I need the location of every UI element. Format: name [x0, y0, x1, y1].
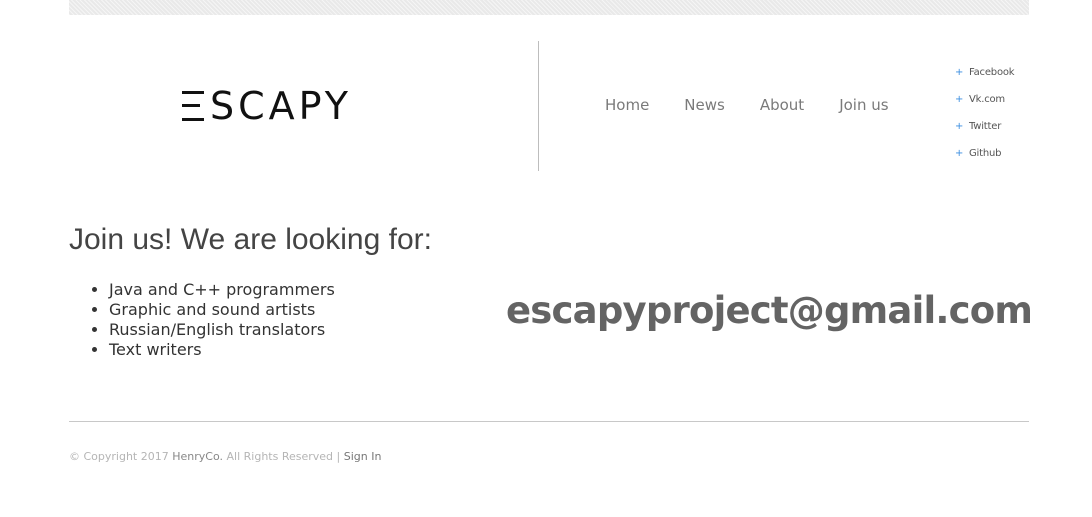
- logo-text: SCAPY: [210, 84, 352, 128]
- contact-email-link[interactable]: escapyproject@gmail.com: [506, 287, 1033, 335]
- footer: © Copyright 2017 HenryCo. All Rights Res…: [69, 450, 381, 464]
- sign-in-link[interactable]: Sign In: [344, 450, 382, 463]
- site-logo[interactable]: SCAPY: [182, 86, 352, 126]
- page-heading: Join us! We are looking for:: [69, 223, 432, 256]
- list-item: Graphic and sound artists: [109, 300, 335, 320]
- social-item-github: + Github: [955, 140, 1014, 167]
- nav-about[interactable]: About: [760, 95, 804, 115]
- social-links: + Facebook + Vk.com + Twitter + Github: [955, 59, 1015, 167]
- nav-news[interactable]: News: [684, 95, 725, 115]
- footer-divider: [69, 421, 1029, 422]
- social-link-facebook[interactable]: Facebook: [969, 67, 1015, 78]
- logo-e-mark: [182, 89, 206, 123]
- list-item: Text writers: [109, 340, 335, 360]
- social-item-facebook: + Facebook: [955, 59, 1015, 86]
- plus-icon: +: [955, 121, 964, 132]
- plus-icon: +: [955, 94, 964, 105]
- roles-list: Java and C++ programmers Graphic and sou…: [109, 280, 335, 360]
- copyright-text: © Copyright 2017: [69, 450, 169, 463]
- header-divider: [538, 41, 539, 171]
- list-item: Java and C++ programmers: [109, 280, 335, 300]
- social-item-vk: + Vk.com: [955, 86, 1014, 113]
- nav-join-us[interactable]: Join us: [839, 95, 888, 115]
- social-link-twitter[interactable]: Twitter: [969, 121, 1001, 132]
- main-nav: Home News About Join us: [605, 95, 889, 115]
- plus-icon: +: [955, 67, 964, 78]
- plus-icon: +: [955, 148, 964, 159]
- nav-home[interactable]: Home: [605, 95, 649, 115]
- list-item: Russian/English translators: [109, 320, 335, 340]
- social-item-twitter: + Twitter: [955, 113, 1014, 140]
- rights-text: All Rights Reserved |: [226, 450, 341, 463]
- brand-name: HenryCo.: [172, 450, 224, 463]
- top-pattern-bar: [69, 0, 1029, 15]
- social-link-github[interactable]: Github: [969, 148, 1001, 159]
- social-link-vk[interactable]: Vk.com: [969, 94, 1005, 105]
